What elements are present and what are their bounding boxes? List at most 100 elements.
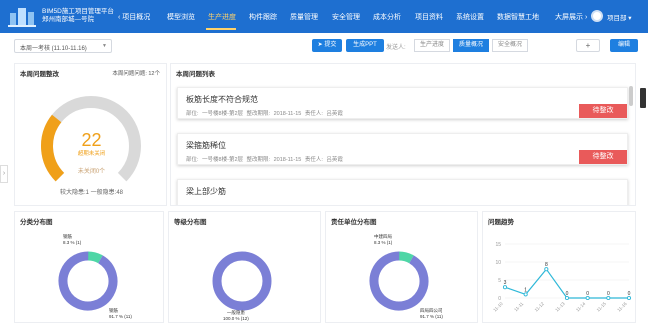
donut-slice	[369, 251, 429, 311]
project-name: 郑州南部城—号院	[42, 16, 94, 23]
label-value: 91.7 % (11)	[109, 314, 132, 319]
data-label: 0	[628, 291, 631, 297]
status-badge[interactable]: 待整改	[579, 150, 627, 164]
back-to-project-overview-link[interactable]: ‹ 项目概况	[118, 12, 150, 22]
nav-project-documents[interactable]: 项目资料	[415, 12, 443, 22]
top-navigation-bar: BIM5D施工项目管理平台 郑州南部城—号院 ‹ 项目概况 模型浏览 生产进度 …	[0, 0, 648, 33]
nav-safety-management[interactable]: 安全管理	[332, 12, 360, 22]
data-label: 0	[607, 291, 610, 297]
donut-slice	[212, 251, 272, 311]
avatar[interactable]	[591, 10, 603, 22]
nav-model-browse[interactable]: 模型浏览	[167, 12, 195, 22]
data-label: 1	[524, 287, 527, 293]
tab-quality-overview[interactable]: 质量概况	[453, 39, 489, 52]
big-screen-button[interactable]: 大屏展示 ›	[555, 12, 587, 22]
y-tick-label: 5	[498, 278, 501, 284]
building-logo-icon	[8, 8, 36, 27]
nav-cost-analysis[interactable]: 成本分析	[373, 12, 401, 22]
donut-label: 中建四局 8.3 % (1)	[374, 234, 392, 246]
week-select-dropdown[interactable]: 本周一考核 (11.10-11.16) ▼	[14, 39, 112, 53]
data-label: 0	[586, 291, 589, 297]
submit-button[interactable]: ➤ 提交	[312, 39, 342, 52]
send-icon: ➤	[317, 42, 323, 48]
label-value: 100.0 % (12)	[223, 316, 249, 321]
issue-trend-panel: 问题趋势 0 5 10 15 3 11-10 1 11-11 8 11-12 0 11-13 0 11-1…	[482, 211, 636, 323]
toolbar: 本周一考核 (11.10-11.16) ▼ ➤ 提交 生成PPT 发送人: 生产…	[8, 36, 638, 56]
big-screen-label: 大屏展示	[555, 14, 583, 21]
category-distribution-panel: 分类分布图 钢筋 8.3 % (1) 钢筋 91.7 % (11)	[14, 211, 164, 323]
nav-production-progress[interactable]: 生产进度	[208, 12, 236, 22]
y-tick-label: 10	[495, 260, 501, 266]
nav-system-settings[interactable]: 系统设置	[456, 12, 484, 22]
nav-quality-management[interactable]: 质量管理	[290, 12, 318, 22]
hazard-legend: 较大隐患:1 一般隐患:48	[59, 190, 123, 196]
donut-label: 四局四公司 91.7 % (11)	[420, 308, 443, 320]
x-tick-label: 11-12	[534, 301, 546, 313]
user-menu[interactable]: 项目部 ▾	[607, 12, 632, 22]
panel-title: 责任单位分布图	[331, 219, 377, 226]
panel-title: 本周问题整改	[20, 71, 59, 78]
week-select-value: 本周一考核 (11.10-11.16)	[20, 46, 87, 52]
panel-title: 问题趋势	[488, 219, 514, 226]
add-button[interactable]: +	[576, 39, 600, 52]
label-value: 8.3 % (1)	[374, 240, 393, 245]
edit-button[interactable]: 编辑	[610, 39, 638, 52]
generate-ppt-button[interactable]: 生成PPT	[346, 39, 384, 52]
gauge-value-label: 超期未关闭	[77, 151, 106, 157]
panel-title: 分类分布图	[20, 219, 53, 226]
issue-meta: 部位: 一号楼8楼-第2层 整改期限: 2018-11-15 责任人: 吕英霞	[186, 157, 343, 163]
scrollbar[interactable]	[629, 86, 633, 106]
right-edge-handle[interactable]	[640, 88, 646, 108]
weekly-rectification-panel: 本周问题整改 本周问题问题: 12个 22 超期未关闭 未关闭0个 较大隐患:1…	[14, 63, 167, 206]
issue-title: 板筋长度不符合规范	[186, 95, 258, 104]
send-to-label: 发送人:	[386, 45, 406, 51]
list-item[interactable]: 梁箍筋稀位 部位: 一号楼8楼-第2层 整改期限: 2018-11-15 责任人…	[177, 133, 628, 165]
unit-donut-chart	[369, 251, 429, 311]
x-tick-label: 11-13	[554, 301, 566, 313]
app-title-line1: BIM5D施工项目管理平台	[42, 8, 114, 15]
donut-label: 钢筋 91.7 % (11)	[109, 308, 132, 320]
issue-trend-chart: 051015311-10111-11811-12011-13011-14011-…	[492, 242, 632, 313]
list-item[interactable]: 板筋长度不符合规范 部位: 一号楼8楼-第2层 整改期限: 2018-11-15…	[177, 87, 628, 119]
issue-meta: 部位: 一号楼8楼-第2层 整改期限: 2018-11-15 责任人: 吕英霞	[186, 111, 343, 117]
submit-label: 提交	[324, 42, 337, 48]
active-nav-indicator	[206, 28, 236, 30]
tab-safety-overview[interactable]: 安全概况	[492, 39, 528, 52]
x-tick-label: 11-16	[616, 301, 628, 313]
category-donut-chart	[58, 251, 118, 311]
issue-title: 梁箍筋稀位	[186, 141, 226, 150]
weekly-issue-list-panel: 本周问题列表 板筋长度不符合规范 部位: 一号楼8楼-第2层 整改期限: 201…	[170, 63, 636, 206]
x-tick-label: 11-15	[596, 301, 608, 313]
x-tick-label: 11-14	[575, 301, 587, 313]
level-distribution-panel: 等级分布图 一般隐患 100.0 % (12)	[168, 211, 321, 323]
chevron-down-icon: ▼	[102, 43, 107, 49]
data-label: 8	[545, 262, 548, 268]
y-tick-label: 15	[495, 242, 501, 248]
donut-label: 钢筋 8.3 % (1)	[63, 234, 81, 246]
issue-title: 梁上部少筋	[186, 187, 226, 196]
unclosed-count: 未关闭0个	[77, 169, 106, 175]
data-label: 0	[566, 291, 569, 297]
gauge-value: 22	[81, 130, 102, 150]
donut-label: 一般隐患 100.0 % (12)	[223, 310, 249, 322]
back-link-label: 项目概况	[122, 14, 151, 21]
status-badge[interactable]: 待整改	[579, 104, 627, 118]
user-name: 项目部	[607, 15, 627, 22]
list-item[interactable]: 梁上部少筋	[177, 179, 628, 205]
label-value: 91.7 % (11)	[420, 314, 443, 319]
weekly-issue-count: 本周问题问题: 12个	[112, 71, 160, 77]
data-label: 3	[504, 280, 507, 286]
donut-slice	[58, 251, 118, 311]
unit-distribution-panel: 责任单位分布图 中建四局 8.3 % (1) 四局四公司 91.7 % (11)	[325, 211, 478, 323]
x-tick-label: 11-10	[492, 301, 504, 313]
expand-sidebar-handle[interactable]: ›	[0, 165, 8, 183]
panel-title: 等级分布图	[174, 219, 207, 226]
nav-smart-site[interactable]: 数据智慧工地	[497, 12, 539, 22]
panel-title: 本周问题列表	[176, 71, 215, 78]
label-value: 8.3 % (1)	[63, 240, 82, 245]
level-donut-chart	[212, 251, 272, 311]
app-title: BIM5D施工项目管理平台 郑州南部城—号院	[42, 8, 122, 24]
tab-production-progress[interactable]: 生产进度	[414, 39, 450, 52]
x-tick-label: 11-11	[513, 301, 525, 313]
nav-component-tracking[interactable]: 构件跟踪	[249, 12, 277, 22]
